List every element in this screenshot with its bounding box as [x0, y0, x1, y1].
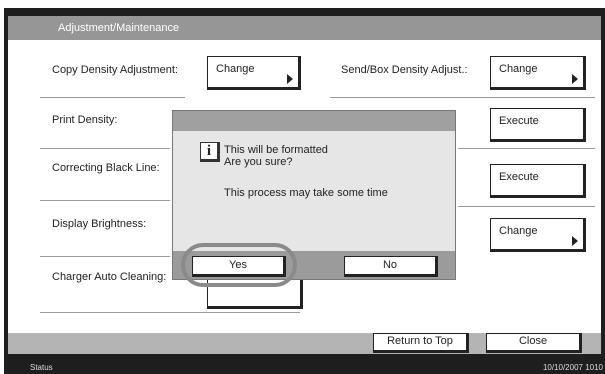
status-bar	[4, 359, 605, 374]
dialog-message-line3: This process may take some time	[224, 187, 388, 199]
copy-density-label: Copy Density Adjustment:	[52, 64, 178, 76]
print-density-label: Print Density:	[52, 114, 118, 126]
row-divider	[330, 97, 595, 98]
arrow-right-icon	[572, 74, 578, 84]
print-density-execute-label: Execute	[499, 115, 539, 127]
highlight-ring	[181, 243, 297, 287]
dialog-message-line2: Are you sure?	[224, 156, 293, 168]
copy-density-change-button[interactable]: Change	[207, 56, 301, 90]
row-divider	[40, 200, 170, 201]
print-density-execute-button[interactable]: Execute	[490, 108, 586, 142]
correcting-black-line-execute-label: Execute	[499, 171, 539, 183]
header-bar: Adjustment/Maintenance	[8, 16, 601, 40]
display-brightness-change-label: Change	[499, 225, 538, 237]
copy-density-change-label: Change	[216, 63, 255, 75]
arrow-right-icon	[572, 236, 578, 246]
dialog-titlebar	[173, 111, 455, 131]
send-box-density-change-label: Change	[499, 63, 538, 75]
row-divider	[458, 206, 595, 207]
row-divider	[40, 148, 170, 149]
row-divider	[40, 97, 185, 98]
send-box-density-change-button[interactable]: Change	[490, 56, 586, 90]
row-divider	[458, 148, 595, 149]
info-icon: i	[200, 142, 220, 162]
row-divider	[40, 312, 300, 313]
status-label: Status	[30, 363, 53, 372]
correcting-black-line-label: Correcting Black Line:	[52, 162, 160, 174]
page-title: Adjustment/Maintenance	[58, 22, 180, 34]
row-divider	[40, 256, 170, 257]
correcting-black-line-execute-button[interactable]: Execute	[490, 164, 586, 198]
dialog-message-line1: This will be formatted	[224, 144, 328, 156]
send-box-density-label: Send/Box Density Adjust.:	[341, 64, 468, 76]
no-button[interactable]: No	[344, 256, 438, 277]
close-button[interactable]: Close	[486, 333, 582, 353]
datetime-display: 10/10/2007 1010	[542, 363, 603, 372]
return-to-top-button[interactable]: Return to Top	[373, 333, 469, 353]
charger-auto-cleaning-label: Charger Auto Cleaning:	[52, 271, 167, 283]
display-brightness-label: Display Brightness:	[52, 218, 147, 230]
arrow-right-icon	[287, 74, 293, 84]
display-brightness-change-button[interactable]: Change	[490, 218, 586, 252]
